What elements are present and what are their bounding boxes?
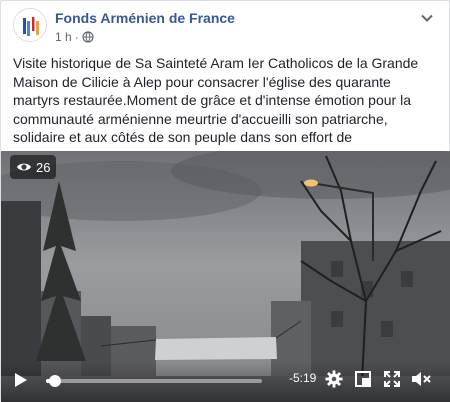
- post-timestamp[interactable]: 1 h: [55, 30, 72, 44]
- chevron-down-icon: [421, 14, 433, 22]
- mute-icon: [412, 372, 431, 386]
- view-count: 26: [36, 159, 51, 175]
- page-logo: [14, 9, 46, 41]
- mute-button[interactable]: [411, 370, 431, 388]
- progress-scrubber[interactable]: [48, 375, 61, 387]
- time-remaining: -5:19: [289, 371, 317, 385]
- view-count-badge: 26: [10, 155, 57, 179]
- settings-button[interactable]: [324, 370, 344, 388]
- post-options-button[interactable]: [417, 8, 437, 28]
- post-card: Fonds Arménien de France 1 h · Visite hi…: [0, 0, 450, 402]
- picture-in-picture-icon: [355, 371, 371, 387]
- progress-bar[interactable]: [46, 375, 262, 387]
- globe-icon[interactable]: [82, 31, 94, 43]
- settings-icon: [325, 370, 343, 388]
- post-header: Fonds Arménien de France 1 h ·: [13, 8, 437, 48]
- post-meta: 1 h ·: [55, 30, 94, 44]
- video-player[interactable]: 26 -5:19: [1, 151, 450, 402]
- eye-icon: [17, 163, 31, 171]
- post-message: Visite historique de Sa Sainteté Aram Ie…: [13, 55, 419, 164]
- play-button[interactable]: [11, 371, 31, 389]
- play-icon: [15, 373, 27, 387]
- page-name-link[interactable]: Fonds Arménien de France: [55, 10, 235, 26]
- fullscreen-button[interactable]: [382, 370, 402, 388]
- page-avatar[interactable]: [13, 8, 47, 42]
- picture-in-picture-button[interactable]: [353, 370, 373, 388]
- meta-separator: ·: [74, 30, 79, 44]
- fullscreen-icon: [384, 371, 400, 387]
